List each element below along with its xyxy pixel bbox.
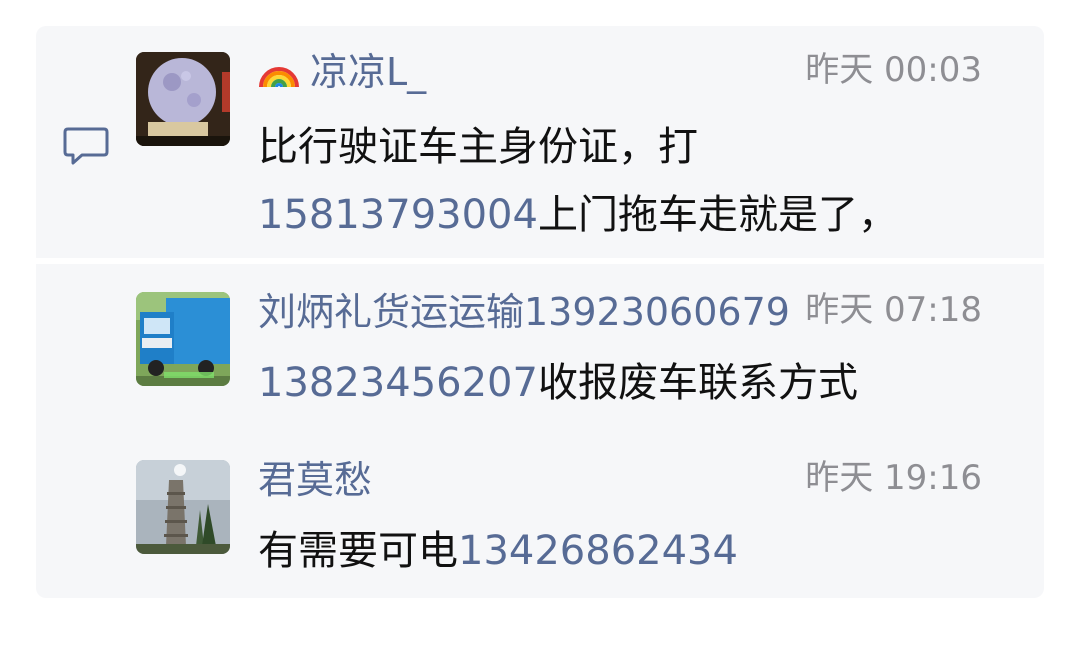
comment-text-line: 比行驶证车主身份证，打: [258, 124, 698, 170]
avatar[interactable]: [136, 292, 230, 386]
comment-text-line: 13823456207收报废车联系方式: [258, 352, 858, 414]
comment-author[interactable]: 凉凉L_: [258, 48, 426, 96]
avatar[interactable]: [136, 52, 230, 146]
comment-text-line: 有需要可电13426862434: [258, 520, 738, 582]
comment-author[interactable]: 刘炳礼货运运输13923060679: [258, 288, 790, 336]
comment-text-segment: 上门拖车走就是了，: [537, 192, 898, 238]
comment-time: 昨天 00:03: [805, 50, 982, 90]
rainbow-emoji-icon: [258, 51, 300, 89]
comment-time: 昨天 19:16: [805, 458, 982, 498]
phone-link[interactable]: 13823456207: [258, 360, 538, 406]
comment-text-segment: 收报废车联系方式: [537, 360, 858, 406]
phone-link[interactable]: 13426862434: [458, 528, 738, 574]
comment-time: 昨天 07:18: [805, 290, 982, 330]
comment-divider: [36, 258, 1044, 264]
comment-text-line: 15813793004上门拖车走就是了，: [258, 184, 898, 246]
phone-link[interactable]: 15813793004: [258, 192, 538, 238]
avatar[interactable]: [136, 460, 230, 554]
comment-text-segment: 有需要可电: [258, 528, 458, 574]
comment-author[interactable]: 君莫愁: [258, 456, 372, 504]
comment-author-name: 凉凉L_: [310, 50, 427, 94]
comment-bubble-icon[interactable]: [62, 126, 110, 166]
